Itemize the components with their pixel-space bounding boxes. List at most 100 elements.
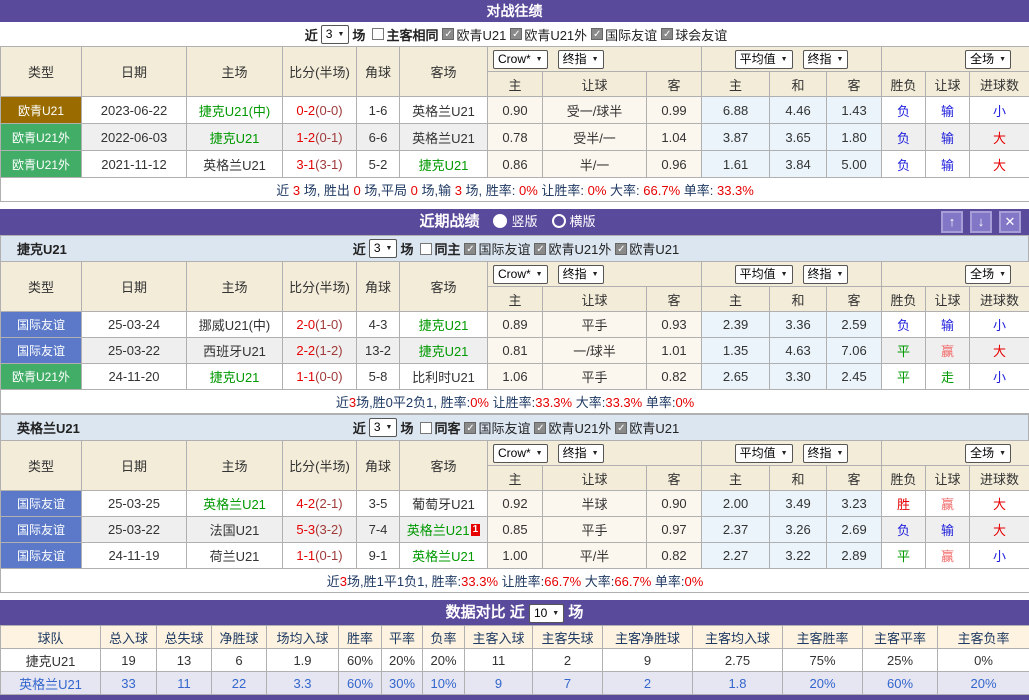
h2h-filter-0[interactable]: 主客相同 — [372, 25, 438, 44]
checkbox-checked[interactable]: ✓ — [591, 28, 603, 40]
odds-home-cell: 0.86 — [488, 151, 543, 178]
h2h-scope-select-group: 全场▼ — [882, 47, 1029, 72]
team0-avg-time-select[interactable]: 终指▼ — [803, 265, 849, 284]
checkbox-checked[interactable]: ✓ — [661, 28, 673, 40]
away-team-name: 捷克U21 — [419, 318, 469, 333]
col-header-0: 类型 — [1, 262, 82, 312]
col-header-12: 胜负 — [882, 72, 926, 97]
odds-home-cell: 0.90 — [488, 97, 543, 124]
checkbox-checked[interactable]: ✓ — [615, 422, 627, 434]
team1-filter-2[interactable]: ✓欧青U21外 — [534, 418, 611, 437]
checkbox-checked[interactable]: ✓ — [510, 28, 522, 40]
result-text: 赢 — [941, 497, 954, 512]
h2h-near-select[interactable]: 3▼ — [321, 25, 350, 44]
team0-near-select[interactable]: 3▼ — [369, 239, 398, 258]
team1-avg-time-select[interactable]: 终指▼ — [803, 444, 849, 463]
h2h-odds-source-select[interactable]: Crow*▼ — [493, 50, 548, 69]
team0-odds-select-group: Crow*▼ 终指▼ — [488, 262, 702, 287]
checkbox-checked[interactable]: ✓ — [534, 243, 546, 255]
team0-avg-source-select[interactable]: 平均值▼ — [735, 265, 793, 284]
score-cell: 4-2(2-1) — [283, 491, 357, 517]
team1-filter-3[interactable]: ✓欧青U21 — [615, 418, 679, 437]
result-cell: 负 — [882, 124, 926, 151]
close-button[interactable]: ✕ — [999, 211, 1021, 233]
checkbox-checked[interactable]: ✓ — [615, 243, 627, 255]
col-header-10: 和 — [770, 287, 827, 312]
avg-draw-cell: 4.63 — [770, 338, 827, 364]
compare-value-cell-9: 2 — [603, 672, 693, 695]
checkbox-checked[interactable]: ✓ — [464, 243, 476, 255]
summary-label: 场, 胜率: — [462, 183, 519, 198]
result-text: 负 — [897, 523, 910, 538]
team1-odds-source-select[interactable]: Crow*▼ — [493, 444, 548, 463]
down-arrow-button[interactable]: ↓ — [970, 211, 992, 233]
summary-label: 单率: — [680, 183, 717, 198]
compare-value-cell-11: 75% — [783, 649, 863, 672]
checkbox-unchecked[interactable] — [420, 243, 432, 255]
checkbox-checked[interactable]: ✓ — [464, 422, 476, 434]
compare-value-cell-7: 11 — [465, 649, 533, 672]
team1-avg-source-select[interactable]: 平均值▼ — [735, 444, 793, 463]
home-team-cell: 捷克U21 — [187, 364, 283, 390]
handicap-result-cell: 输 — [926, 124, 970, 151]
team1-filter-0[interactable]: 同客 — [420, 418, 460, 437]
score-cell: 3-1(3-1) — [283, 151, 357, 178]
team1-scope-select[interactable]: 全场▼ — [965, 444, 1011, 463]
h2h-filter-3[interactable]: ✓国际友谊 — [591, 25, 657, 44]
compare-team-cell: 捷克U21 — [1, 649, 101, 672]
h2h-odds-time-select[interactable]: 终指▼ — [558, 50, 604, 69]
team0-filter-label-1: 国际友谊 — [478, 239, 530, 258]
checkbox-checked[interactable]: ✓ — [442, 28, 454, 40]
odds-away-cell: 0.93 — [647, 312, 702, 338]
checkbox-checked[interactable]: ✓ — [534, 422, 546, 434]
team1-filter-1[interactable]: ✓国际友谊 — [464, 418, 530, 437]
match-row: 国际友谊25-03-25英格兰U214-2(2-1)3-5葡萄牙U210.92半… — [1, 491, 1029, 517]
corner-cell: 6-6 — [357, 124, 400, 151]
radio-unselected-icon[interactable] — [552, 214, 566, 228]
layout-radio-0[interactable]: 竖版 — [493, 214, 537, 229]
odds-away-cell: 0.99 — [647, 97, 702, 124]
full-score: 5-3 — [296, 522, 315, 537]
radio-selected-icon[interactable] — [493, 214, 507, 228]
team1-table: 类型日期主场比分(半场)角球客场Crow*▼终指▼平均值▼终指▼全场▼主让球客主… — [0, 440, 1029, 593]
col-header-3: 比分(半场) — [283, 441, 357, 491]
avg-draw-cell: 3.30 — [770, 364, 827, 390]
col-header-7: 让球 — [543, 466, 647, 491]
layout-radio-1[interactable]: 横版 — [552, 214, 596, 229]
team0-filter-1[interactable]: ✓国际友谊 — [464, 239, 530, 258]
result-text: 走 — [941, 370, 954, 385]
h2h-filter-1[interactable]: ✓欧青U21 — [442, 25, 506, 44]
h2h-scope-select[interactable]: 全场▼ — [965, 50, 1011, 69]
team0-filter-0[interactable]: 同主 — [420, 239, 460, 258]
checkbox-unchecked[interactable] — [372, 28, 384, 40]
team1-avg-select-group: 平均值▼ 终指▼ — [702, 441, 882, 466]
result-text: 输 — [941, 523, 954, 538]
away-team-name: 葡萄牙U21 — [412, 497, 475, 512]
team1-odds-time-select[interactable]: 终指▼ — [558, 444, 604, 463]
compare-near-select[interactable]: 10▼ — [529, 604, 564, 623]
team0-filter-2[interactable]: ✓欧青U21外 — [534, 239, 611, 258]
h2h-filter-4[interactable]: ✓球会友谊 — [661, 25, 727, 44]
checkbox-unchecked[interactable] — [420, 422, 432, 434]
team0-scope-select[interactable]: 全场▼ — [965, 265, 1011, 284]
chevron-down-icon: ▼ — [337, 27, 344, 42]
col-header-4: 角球 — [357, 262, 400, 312]
team0-filter-3[interactable]: ✓欧青U21 — [615, 239, 679, 258]
team0-odds-time-select[interactable]: 终指▼ — [558, 265, 604, 284]
h2h-avg-source-select[interactable]: 平均值▼ — [735, 50, 793, 69]
chevron-down-icon: ▼ — [837, 52, 844, 67]
compare-value-cell-6: 10% — [423, 672, 465, 695]
result-text: 平 — [897, 370, 910, 385]
compare-col-header-5: 胜率 — [339, 626, 382, 649]
goals-result-cell: 大 — [970, 491, 1029, 517]
h2h-avg-time-select[interactable]: 终指▼ — [803, 50, 849, 69]
h2h-filter-2[interactable]: ✓欧青U21外 — [510, 25, 587, 44]
team0-odds-source-select[interactable]: Crow*▼ — [493, 265, 548, 284]
corner-cell: 7-4 — [357, 517, 400, 543]
up-arrow-button[interactable]: ↑ — [941, 211, 963, 233]
team0-near-label: 近 — [353, 239, 366, 258]
compare-value-cell-1: 13 — [157, 649, 212, 672]
team1-near-select[interactable]: 3▼ — [369, 418, 398, 437]
away-team-cell: 英格兰U21 — [400, 97, 488, 124]
summary-value: 3 — [293, 183, 300, 198]
